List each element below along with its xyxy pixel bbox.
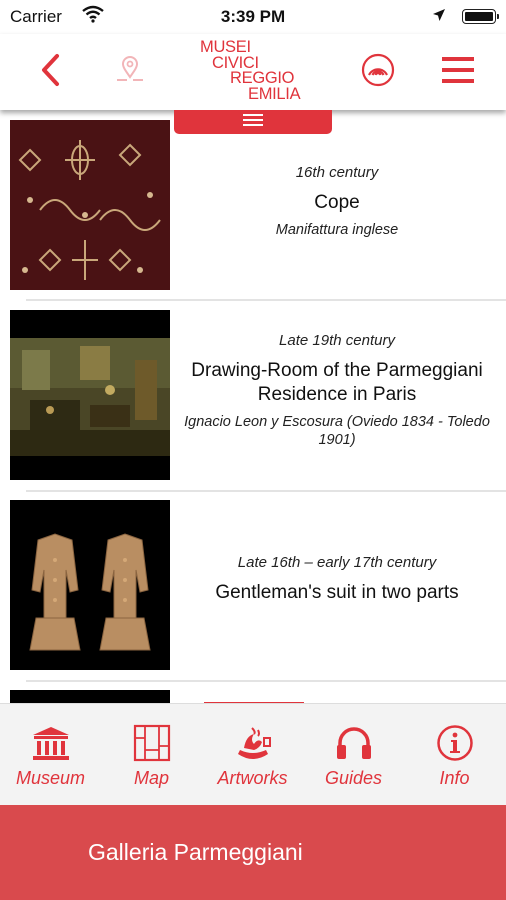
tab-info[interactable]: Info xyxy=(404,704,505,806)
list-item[interactable]: 16th century Cope Manifattura inglese xyxy=(0,120,506,310)
map-icon xyxy=(101,722,202,764)
museum-building-icon xyxy=(0,722,101,764)
tab-label: Map xyxy=(133,768,169,788)
tab-label: Artworks xyxy=(217,768,288,788)
top-navigation-bar: MUSEI CIVICI REGGIO EMILIA xyxy=(0,34,506,110)
artwork-thumbnail xyxy=(10,690,170,703)
menu-button[interactable] xyxy=(428,34,488,110)
audio-guide-button[interactable] xyxy=(348,34,408,110)
list-divider xyxy=(26,490,506,492)
location-arrow-icon xyxy=(432,8,446,27)
artworks-icon xyxy=(202,722,303,764)
list-item[interactable] xyxy=(0,690,506,703)
back-button[interactable] xyxy=(20,34,80,110)
artwork-era: Late 19th century xyxy=(279,332,395,349)
list-divider xyxy=(26,680,506,682)
tab-map[interactable]: Map xyxy=(101,704,202,806)
tab-label: Museum xyxy=(15,768,86,788)
list-item[interactable]: Late 19th century Drawing-Room of the Pa… xyxy=(0,310,506,500)
hamburger-menu-icon xyxy=(442,56,474,89)
list-divider xyxy=(26,299,506,301)
list-item[interactable]: Late 16th – early 17th century Gentleman… xyxy=(0,500,506,690)
battery-icon xyxy=(462,9,499,24)
current-collection-banner[interactable]: Galleria Parmeggiani xyxy=(0,805,506,900)
tab-artworks[interactable]: Artworks xyxy=(202,704,303,806)
info-icon xyxy=(404,722,505,764)
drawing-room-thumbnail xyxy=(10,310,170,480)
headphones-icon xyxy=(303,722,404,764)
artwork-info: Late 19th century Drawing-Room of the Pa… xyxy=(172,332,502,449)
cope-thumbnail xyxy=(10,120,170,290)
artwork-info: 16th century Cope Manifattura inglese xyxy=(172,164,502,239)
tab-label: Info xyxy=(439,768,470,788)
bottom-tab-bar: Museum Map Artworks Guides Info xyxy=(0,703,506,806)
status-bar: Carrier 3:39 PM xyxy=(0,0,506,34)
artwork-author: Manifattura inglese xyxy=(275,222,399,238)
artwork-info: Late 16th – early 17th century Gentleman… xyxy=(172,554,502,605)
status-time: 3:39 PM xyxy=(220,7,286,26)
musei-civici-logo[interactable]: MUSEI CIVICI REGGIO EMILIA xyxy=(200,39,310,103)
gentleman-suit-thumbnail xyxy=(10,500,170,670)
filter-drawer-handle[interactable] xyxy=(174,110,332,134)
artworks-list[interactable]: 16th century Cope Manifattura inglese La… xyxy=(0,110,506,703)
artwork-title: Drawing-Room of the Parmeggiani Residenc… xyxy=(191,360,483,405)
artwork-era: 16th century xyxy=(295,164,379,181)
artwork-title: Gentleman's suit in two parts xyxy=(215,582,459,603)
logo-line-4: EMILIA xyxy=(248,84,301,103)
artwork-author: Ignacio Leon y Escosura (Oviedo 1834 - T… xyxy=(184,414,490,448)
artwork-title: Cope xyxy=(314,192,360,213)
collection-name: Galleria Parmeggiani xyxy=(88,839,303,865)
tab-guides[interactable]: Guides xyxy=(303,704,404,806)
artwork-era: Late 16th – early 17th century xyxy=(237,554,437,571)
map-pin-icon xyxy=(114,55,146,90)
tab-museum[interactable]: Museum xyxy=(0,704,101,806)
audio-signal-icon xyxy=(361,53,395,92)
map-pin-button[interactable] xyxy=(100,34,160,110)
list-lines-icon xyxy=(243,113,263,132)
tab-label: Guides xyxy=(324,768,383,788)
back-chevron-icon xyxy=(39,53,61,92)
